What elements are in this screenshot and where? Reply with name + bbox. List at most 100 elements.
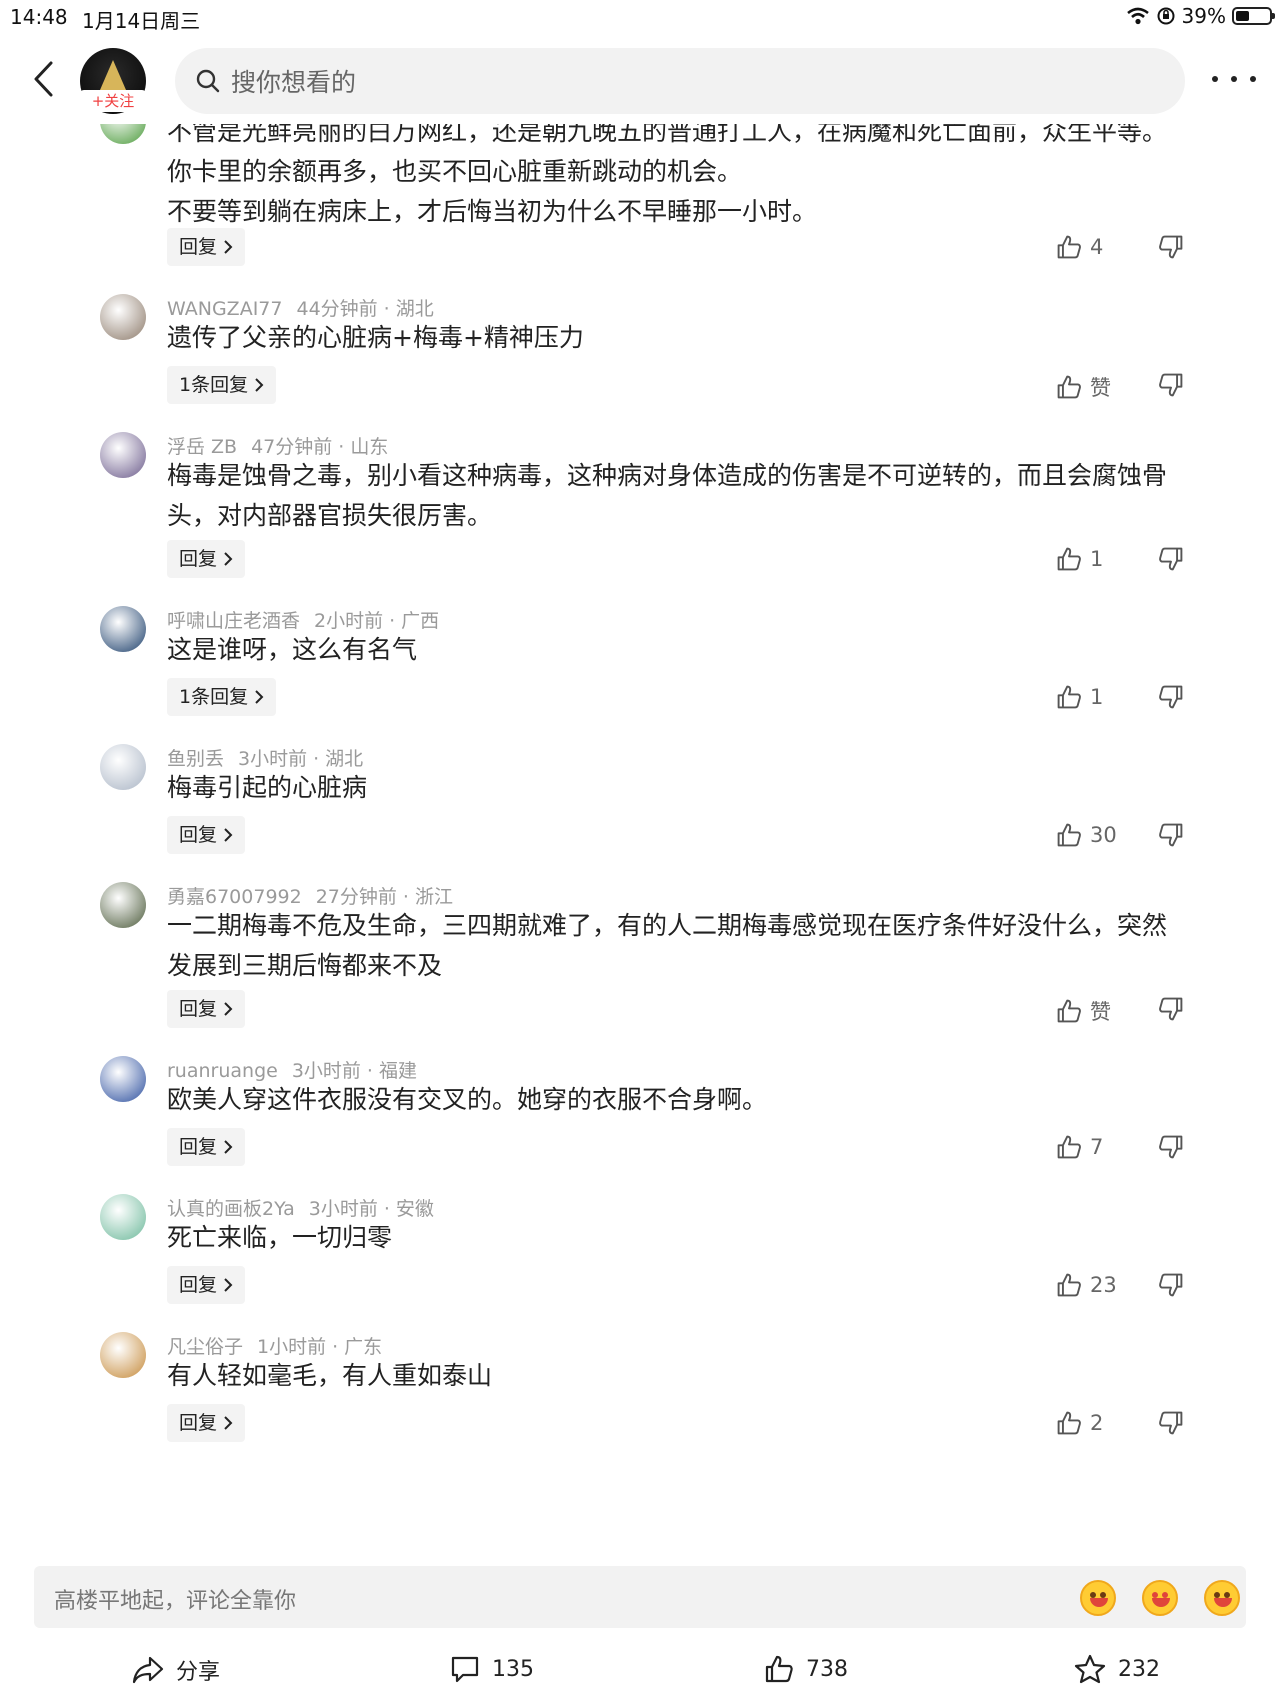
comment-input[interactable]: 高楼平地起，评论全靠你 [34,1566,1246,1628]
comment-dislike-button[interactable] [1158,372,1184,402]
orientation-lock-icon [1157,7,1175,25]
chevron-right-icon [255,690,264,704]
comment-like-button[interactable]: 1 [1056,546,1103,572]
comment-text: 梅毒是蚀骨之毒，别小看这种病毒，这种病对身体造成的伤害是不可逆转的，而且会腐蚀骨… [167,461,1168,530]
share-icon [132,1656,164,1684]
chevron-right-icon [224,240,233,254]
action-bar: 分享 135 738 232 [0,1644,1280,1706]
comment-time: 3小时前 [291,1060,361,1082]
comment-dislike-button[interactable] [1158,822,1184,852]
search-input[interactable]: 搜你想看的 [175,48,1185,114]
more-options-button[interactable] [1212,64,1256,94]
thumbs-up-icon [1057,1135,1081,1159]
meta-separator: · [402,886,409,908]
commenter-avatar[interactable] [100,1194,146,1240]
thumbs-up-icon [1057,375,1081,399]
comment-region: 湖北 [395,298,434,320]
comment-time: 1小时前 [257,1336,327,1358]
comment-dislike-button[interactable] [1158,1134,1184,1164]
favorite-button[interactable]: 232 [1074,1654,1160,1684]
comment-like-count: 23 [1090,1273,1117,1297]
comment-icon [451,1656,479,1683]
commenter-name[interactable]: 勇嘉67007992 [167,886,302,908]
thumbs-up-icon [1057,235,1081,259]
reply-button[interactable]: 回复 [167,816,246,854]
laughing-emoji-icon[interactable] [1080,1580,1116,1616]
status-date: 1月14日周三 [82,9,201,33]
commenter-name[interactable]: 认真的画板2Ya [167,1198,295,1220]
comment-time: 44分钟前 [296,298,378,320]
comment-like-button[interactable]: 7 [1056,1134,1103,1160]
commenter-avatar[interactable] [100,124,146,144]
comment-count-button[interactable]: 135 [450,1654,534,1684]
commenter-avatar[interactable] [100,1332,146,1378]
comment-dislike-button[interactable] [1158,1272,1184,1302]
comment-like-button[interactable]: 4 [1056,234,1103,260]
reply-button[interactable]: 1条回复 [167,366,277,404]
reply-button[interactable]: 回复 [167,1266,246,1304]
commenter-name[interactable]: 浮岳 ZB [167,436,237,458]
reply-button[interactable]: 回复 [167,228,246,266]
reply-button[interactable]: 1条回复 [167,678,277,716]
comment-like-button[interactable]: 30 [1056,822,1117,848]
meta-separator: · [383,1198,390,1220]
commenter-name[interactable]: 呼啸山庄老酒香 [167,610,300,632]
comment-like-button[interactable]: 23 [1056,1272,1117,1298]
grinning-emoji-icon[interactable] [1204,1580,1240,1616]
chevron-left-icon [34,61,53,97]
comment-like-button[interactable]: 2 [1056,1410,1103,1436]
comment-meta: 勇嘉67007992 27分钟前 · 浙江 [167,882,453,909]
commenter-name[interactable]: 鱼别丢 [167,748,224,770]
commenter-avatar[interactable] [100,606,146,652]
comment-like-button[interactable]: 赞 [1056,996,1111,1026]
commenter-avatar[interactable] [100,882,146,928]
reply-button[interactable]: 回复 [167,1128,246,1166]
comment-time: 2小时前 [314,610,384,632]
commenter-avatar[interactable] [100,294,146,340]
commenter-name[interactable]: WANGZAI77 [167,298,282,320]
comment-meta: 呼啸山庄老酒香 2小时前 · 广西 [167,606,439,633]
thumbs-down-icon [1159,823,1183,847]
comment-like-count: 赞 [1090,376,1111,400]
status-time: 14:48 [10,5,68,29]
chevron-right-icon [224,1278,233,1292]
reply-label: 回复 [179,548,218,570]
comment-meta: 鱼别丢 3小时前 · 湖北 [167,744,363,771]
commenter-avatar[interactable] [100,1056,146,1102]
commenter-name[interactable]: 凡尘俗子 [167,1336,243,1358]
heart-eyes-emoji-icon[interactable] [1142,1580,1178,1616]
reply-button[interactable]: 回复 [167,990,246,1028]
comment-like-count: 30 [1090,823,1117,847]
comment-like-count: 赞 [1090,1000,1111,1024]
comment-dislike-button[interactable] [1158,996,1184,1026]
comment-dislike-button[interactable] [1158,1410,1184,1440]
meta-separator: · [332,1336,339,1358]
reply-button[interactable]: 回复 [167,540,246,578]
comment-region: 福建 [378,1060,417,1082]
follow-button[interactable]: +关注 [80,90,146,112]
commenter-avatar[interactable] [100,432,146,478]
thumbs-up-icon [1057,1411,1081,1435]
comment-like-button[interactable]: 赞 [1056,372,1111,402]
comment-dislike-button[interactable] [1158,234,1184,264]
more-dot [1250,76,1256,82]
share-button[interactable]: 分享 [132,1654,220,1686]
comment-like-button[interactable]: 1 [1056,684,1103,710]
comment-time: 3小时前 [308,1198,378,1220]
back-button[interactable] [26,56,60,102]
thumbs-up-icon [765,1655,793,1683]
chevron-right-icon [224,828,233,842]
meta-separator: · [389,610,396,632]
like-button[interactable]: 738 [764,1654,848,1684]
comment-like-count: 7 [1090,1135,1104,1159]
comment-region: 广西 [401,610,440,632]
commenter-name[interactable]: ruanruange [167,1060,278,1082]
comment-list[interactable]: 不管是光鲜亮丽的白万网红，还是朝九晚五的普通打工人，在病魔和死亡面前，众生平等。… [0,124,1280,1548]
more-dot [1231,76,1237,82]
comment-dislike-button[interactable] [1158,684,1184,714]
reply-button[interactable]: 回复 [167,1404,246,1442]
commenter-avatar[interactable] [100,744,146,790]
reply-label: 回复 [179,1412,218,1434]
thumbs-down-icon [1159,1135,1183,1159]
comment-dislike-button[interactable] [1158,546,1184,576]
